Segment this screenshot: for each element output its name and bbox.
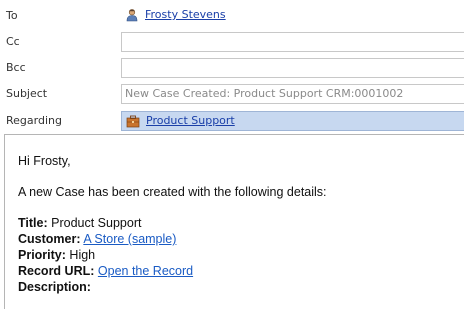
record-url-link[interactable]: Open the Record [98,264,193,278]
to-label: To [6,9,18,22]
cc-field[interactable] [121,32,464,52]
subject-label: Subject [6,87,48,100]
customer-line: Customer: A Store (sample) [18,231,327,247]
to-row: To Frosty Stevens [0,6,464,26]
regarding-link[interactable]: Product Support [146,114,235,127]
email-body-content: Hi Frosty, A new Case has been created w… [18,153,327,295]
regarding-label: Regarding [6,114,62,127]
bcc-field[interactable] [121,58,464,78]
record-url-label: Record URL: [18,264,95,278]
record-url-line: Record URL: Open the Record [18,263,327,279]
priority-label: Priority: [18,248,66,262]
case-icon [126,115,140,128]
customer-label: Customer: [18,232,81,246]
subject-row: Subject New Case Created: Product Suppor… [0,84,464,104]
contact-person-icon [126,9,138,22]
intro-text: A new Case has been created with the fol… [18,185,327,199]
bcc-label: Bcc [6,61,26,74]
bcc-row: Bcc [0,58,464,78]
customer-link[interactable]: A Store (sample) [83,232,176,246]
description-line: Description: [18,279,327,295]
description-label: Description: [18,280,91,294]
email-compose-form: To Frosty Stevens Cc Bcc Subject New Cas… [0,0,464,309]
title-value: Product Support [51,216,142,230]
title-label: Title: [18,216,48,230]
cc-label: Cc [6,35,20,48]
priority-line: Priority: High [18,247,327,263]
to-field[interactable]: Frosty Stevens [121,6,464,25]
subject-field[interactable]: New Case Created: Product Support CRM:00… [121,84,464,104]
email-body-editor[interactable]: Hi Frosty, A new Case has been created w… [4,134,464,309]
cc-row: Cc [0,32,464,52]
greeting-text: Hi Frosty, [18,154,71,168]
regarding-row: Regarding Product Support [0,111,464,131]
priority-value: High [69,248,96,262]
email-header: To Frosty Stevens Cc Bcc Subject New Cas… [0,0,464,134]
to-recipient-link[interactable]: Frosty Stevens [145,8,226,21]
regarding-field[interactable]: Product Support [121,111,464,131]
title-line: Title: Product Support [18,215,327,231]
subject-value: New Case Created: Product Support CRM:00… [125,87,404,100]
